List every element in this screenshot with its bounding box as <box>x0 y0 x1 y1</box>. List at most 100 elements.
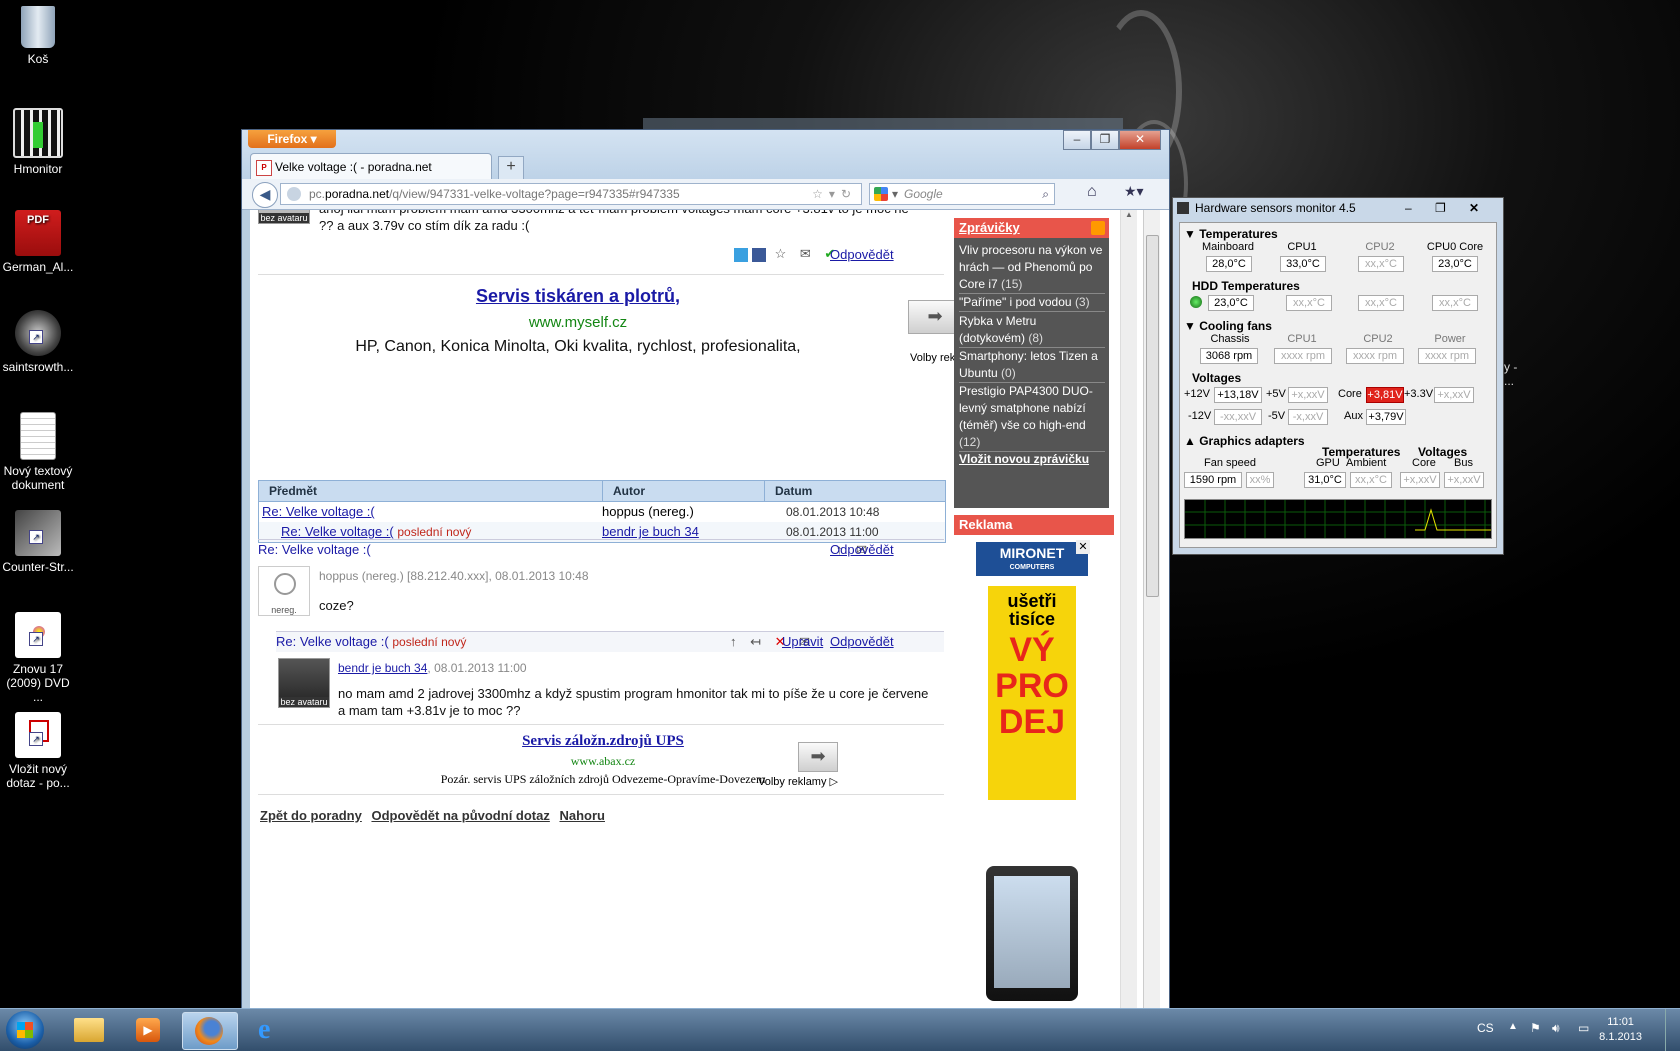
url-bar[interactable]: pc.poradna.net/q/view/947331-velke-volta… <box>280 183 862 205</box>
desktop-icon-pdf[interactable]: PDF German_Al... <box>2 210 74 274</box>
google-icon[interactable] <box>874 187 888 201</box>
sidebar: Zprávičky Vliv procesoru na výkon ve hrá… <box>954 210 1114 1009</box>
network-icon[interactable]: ▭ <box>1578 1021 1589 1035</box>
label-gpu-core: Core <box>1412 457 1436 469</box>
graph-line <box>1415 508 1491 531</box>
ad-url[interactable]: www.abax.cz <box>368 754 838 769</box>
label-fan-power: Power <box>1434 333 1466 345</box>
news-item[interactable]: Smartphony: letos Tizen a Ubuntu (0) <box>959 348 1105 383</box>
close-button[interactable]: ✕ <box>1469 198 1479 218</box>
reply-link[interactable]: Odpovědět <box>830 247 894 262</box>
ad-title[interactable]: Servis tiskáren a plotrů, <box>258 286 898 307</box>
news-title[interactable]: Zprávičky <box>954 218 1109 238</box>
news-item[interactable]: Prestigio PAP4300 DUO-levný smatphone na… <box>959 383 1105 452</box>
desktop-icon-poradna[interactable]: ↗ Vložit nový dotaz - po... <box>2 712 74 790</box>
action-center-icon[interactable]: ⚑ <box>1530 1021 1541 1035</box>
new-badge: poslední nový <box>392 635 467 649</box>
minimize-button[interactable]: – <box>1405 198 1412 218</box>
volume-icon[interactable]: 🔊︎ <box>1552 1021 1560 1036</box>
inner-scrollbar[interactable]: ▲ <box>1120 210 1137 1009</box>
new-tab-button[interactable]: + <box>498 156 524 180</box>
label-fan-cpu2: CPU2 <box>1363 333 1393 345</box>
reply-original-link[interactable]: Odpovědět na původní dotaz <box>371 808 549 823</box>
ad-url[interactable]: www.myself.cz <box>258 314 898 331</box>
mironet-banner[interactable]: MIRONET COMPUTERS ✕ ušetři tisíce VÝ PRO… <box>972 538 1092 1009</box>
temperatures-section[interactable]: ▼ Temperatures <box>1184 227 1278 241</box>
post-title[interactable]: Re: Velke voltage :( <box>258 542 371 557</box>
close-icon[interactable]: ✕ <box>1076 540 1090 554</box>
value-core-voltage: +3,81V <box>1366 387 1404 403</box>
close-button[interactable]: ✕ <box>1119 130 1161 150</box>
clock[interactable]: 11:01 8.1.2013 <box>1599 1015 1642 1045</box>
page-scrollbar[interactable] <box>1143 210 1160 1009</box>
search-bar[interactable]: ▾ Google ⌕ <box>869 183 1055 205</box>
url-controls[interactable]: ☆▾↻ <box>812 184 857 204</box>
reply-link[interactable]: Odpovědět <box>830 632 894 652</box>
bookmarks-icon[interactable]: ★▾ <box>1124 183 1144 200</box>
hwmonitor-titlebar[interactable]: Hardware sensors monitor 4.5 – ❐ ✕ <box>1173 198 1503 218</box>
top-link[interactable]: Nahoru <box>559 808 605 823</box>
minimize-button[interactable]: – <box>1063 130 1091 150</box>
tab-title: Velke voltage :( - poradna.net <box>275 160 432 174</box>
desktop-icon-text-document[interactable]: Nový textový dokument <box>2 412 74 492</box>
row-subject[interactable]: Re: Velke voltage :( <box>281 524 394 539</box>
site-identity-icon[interactable] <box>287 187 301 201</box>
row-subject[interactable]: Re: Velke voltage :( <box>262 502 375 522</box>
avatar-label: bez avataru <box>279 697 329 707</box>
back-button[interactable]: ◀ <box>252 182 278 208</box>
scrollbar-thumb[interactable] <box>1146 235 1159 597</box>
start-button[interactable] <box>6 1011 44 1049</box>
desktop-icon-counter-strike[interactable]: ↗ Counter-Str... <box>2 510 74 574</box>
value-cpu0-core-temp: 23,0°C <box>1432 256 1478 272</box>
tab-active[interactable]: P Velke voltage :( - poradna.net <box>250 153 492 180</box>
news-item[interactable]: Vliv procesoru na výkon ve hrách — od Ph… <box>959 242 1105 294</box>
news-item[interactable]: "Paříme" i pod vodou (3) <box>959 294 1105 312</box>
rss-icon[interactable] <box>1091 221 1105 235</box>
label-fan-speed: Fan speed <box>1204 457 1256 469</box>
news-item[interactable]: Rybka v Metru (dotykovém) (8) <box>959 313 1105 348</box>
show-hidden-icons[interactable]: ▲ <box>1508 1021 1518 1032</box>
value-minus-5v: -x,xxV <box>1288 409 1328 425</box>
taskbar-explorer[interactable] <box>62 1012 116 1048</box>
ad-arrow-button[interactable]: ➡ <box>798 742 838 772</box>
edit-link[interactable]: Upravit <box>782 632 823 652</box>
table-row[interactable]: Re: Velke voltage :( hoppus (nereg.) 08.… <box>259 502 945 522</box>
taskbar-internet-explorer[interactable]: e <box>246 1012 300 1048</box>
desktop-icon-label: German_Al... <box>2 260 74 274</box>
desktop-icon-label: saintsrowth... <box>2 360 74 374</box>
desktop-icon-saints-row[interactable]: ↗ saintsrowth... <box>2 310 74 374</box>
desktop-icon-label: Nový textový dokument <box>3 464 73 492</box>
firefox-menu-button[interactable]: Firefox ▾ <box>248 130 336 148</box>
back-to-forum-link[interactable]: Zpět do poradny <box>260 808 362 823</box>
post-title[interactable]: Re: Velke voltage :( <box>276 634 389 649</box>
desktop-icon-recycle-bin[interactable]: Koš <box>2 6 74 66</box>
add-news-link[interactable]: Vložit novou zprávičku <box>959 452 1105 467</box>
graphics-section[interactable]: ▲ Graphics adapters <box>1184 434 1305 448</box>
show-desktop-button[interactable] <box>1665 1009 1680 1051</box>
fans-section[interactable]: ▼ Cooling fans <box>1184 319 1272 333</box>
ad-options[interactable]: Volby reklamy ▷ <box>758 775 838 788</box>
chevron-down-icon[interactable]: ▾ <box>892 184 898 204</box>
label-3-3v: +3.3V <box>1404 388 1434 400</box>
maximize-button[interactable]: ❐ <box>1435 198 1446 218</box>
ad-title[interactable]: Servis záložn.zdrojů UPS <box>368 733 838 750</box>
maximize-button[interactable]: ❐ <box>1091 130 1119 150</box>
reply-link[interactable]: Odpovědět <box>830 540 894 560</box>
home-icon[interactable]: ⌂ <box>1087 183 1097 201</box>
share-icons[interactable]: ☆ ✉ ✔ <box>734 246 840 262</box>
value-hdd3-temp: xx,x°C <box>1358 295 1404 311</box>
desktop-icon-hmonitor[interactable]: Hmonitor <box>2 108 74 176</box>
search-icon[interactable]: ⌕ <box>1042 184 1049 204</box>
navigation-bar: ◀ pc.poradna.net/q/view/947331-velke-vol… <box>242 179 1169 210</box>
taskbar-firefox[interactable] <box>182 1012 238 1050</box>
page-content: bez avataru ahoj lidi mam problem mam am… <box>250 210 1169 1009</box>
desktop-icon-video[interactable]: ↗ Znovu 17 (2009) DVD ... <box>2 612 74 704</box>
label-5v: +5V <box>1266 388 1286 400</box>
language-indicator[interactable]: CS <box>1477 1021 1494 1035</box>
value-gpu-temp: 31,0°C <box>1304 472 1346 488</box>
taskbar-media-player[interactable]: ▶ <box>122 1012 176 1048</box>
label-ambient: Ambient <box>1346 457 1387 469</box>
author-link[interactable]: bendr je buch 34 <box>338 661 427 675</box>
banner-yellow: ušetři tisíce VÝ PRO DEJ <box>988 586 1076 800</box>
post-header: Re: Velke voltage :( ↑ ✉ Odpovědět <box>258 539 944 560</box>
